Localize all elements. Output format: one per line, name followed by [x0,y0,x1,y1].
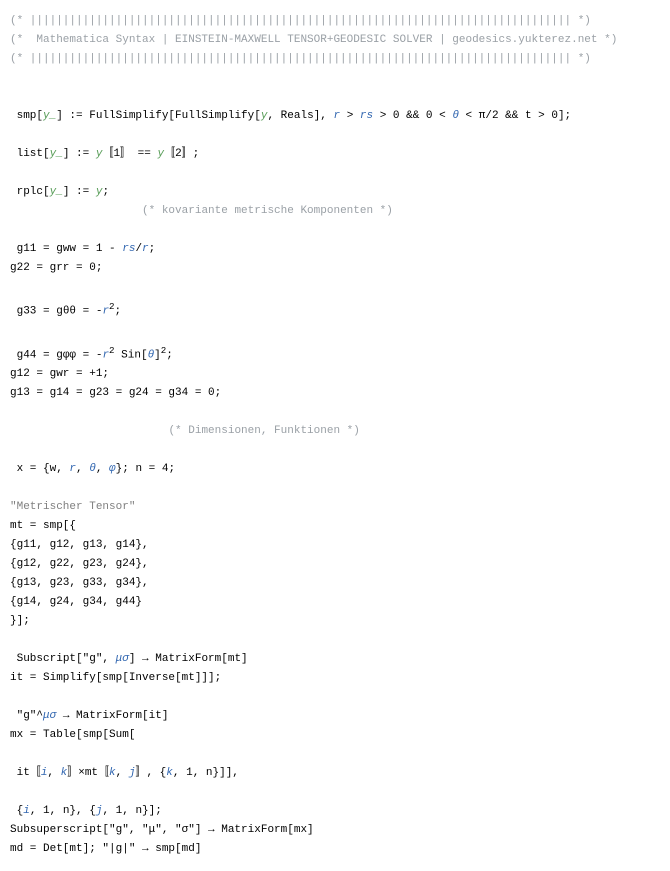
t: ; [149,243,156,255]
code-line-it: it = Simplify[smp[Inverse[mt]]]; [10,669,660,688]
t: ; [102,186,109,198]
var-k: k [109,767,116,779]
code-line-list: list[y_] := y〚1〛 == y〚2〛; [10,126,660,164]
code-line-gzero: g13 = g14 = g23 = g24 = g34 = 0; [10,384,660,403]
t: < π/2 && t > 0]; [459,110,571,122]
code-line-mt-r3: {g13, g23, g33, g34}, [10,574,660,593]
t: list[ [17,148,50,160]
t: , 1, n}, { [30,805,96,817]
arg-y: y_ [50,148,63,160]
var-rs: rs [360,110,373,122]
blank-line [10,403,660,422]
code-line-x: x = {w, r, θ, φ}; n = 4; [10,441,660,479]
t: g33 = gθθ = - [17,306,103,318]
t: → MatrixForm[it] [56,710,168,722]
var-k: k [61,767,68,779]
code-line-mx3: {i, 1, n}, {j, 1, n}]; [10,783,660,821]
string-metrischer-tensor: "Metrischer Tensor" [10,498,660,517]
t: Sin[ [115,349,148,361]
t: ; [115,306,122,318]
code-line-g11: g11 = gww = 1 - rs/r; [10,221,660,259]
code-line-subscript-g: Subscript["g", μσ] → MatrixForm[mt] [10,631,660,669]
t: }; n = 4; [116,463,175,475]
t: , Reals], [267,110,333,122]
t: ] := [63,186,96,198]
arg-y: y_ [43,110,56,122]
code-line-mt-close: }]; [10,612,660,631]
t: ; [166,349,173,361]
t: 〛, { [135,767,166,779]
var-musigma: μσ [43,710,56,722]
comment-text: (* Dimensionen, Funktionen *) [168,425,359,437]
t: 〚2〛; [164,148,199,160]
var-k: k [166,767,173,779]
code-line-mx1: mx = Table[smp[Sum[ [10,726,660,745]
code-line-gup: "g"^μσ → MatrixForm[it] [10,688,660,726]
code-line-smp: smp[y_] := FullSimplify[FullSimplify[y, … [10,88,660,126]
blank-line [10,479,660,498]
comment-dim: (* Dimensionen, Funktionen *) [10,422,660,441]
comment-text: (* kovariante metrische Komponenten *) [142,205,393,217]
code-line-subsuperscript: Subsuperscript["g", "μ", "σ"] → MatrixFo… [10,821,660,840]
code-line-rplc: rplc[y_] := y; [10,164,660,202]
t: { [17,805,24,817]
code-line-g33: g33 = gθθ = -r2; [10,278,660,322]
var-i: i [23,805,30,817]
t: , 1, n}]], [173,767,239,779]
t: ] := FullSimplify[FullSimplify[ [56,110,261,122]
t: , [47,767,60,779]
var-r: r [142,243,149,255]
code-line-mt-r4: {g14, g24, g34, g44} [10,593,660,612]
comment-kov: (* kovariante metrische Komponenten *) [10,202,660,221]
t: , [76,463,89,475]
code-line-md: md = Det[mt]; "|g|" → smp[md] [10,840,660,859]
t: > 0 && 0 < [373,110,452,122]
arg-y: y_ [50,186,63,198]
pad [10,425,168,437]
blank-line [10,69,660,88]
var-theta: θ [452,110,459,122]
pad [10,205,142,217]
code-line-mt-r2: {g12, g22, g23, g24}, [10,555,660,574]
var-theta: θ [89,463,96,475]
t: ] := [63,148,96,160]
code-line-mt-r1: {g11, g12, g13, g14}, [10,536,660,555]
t: x = {w, [17,463,70,475]
var-phi: φ [109,463,116,475]
code-line-g22: g22 = grr = 0; [10,259,660,278]
t: , [96,463,109,475]
t: Subscript["g", [17,653,116,665]
t: 〚1〛 == [102,148,157,160]
t: ] [154,349,161,361]
var-musigma: μσ [116,653,129,665]
code-line-mx2: it〚i, k〛×mt〚k, j〛, {k, 1, n}]], [10,745,660,783]
var-j: j [96,805,103,817]
t: , [116,767,129,779]
comment-title: (* Mathematica Syntax | EINSTEIN-MAXWELL… [10,31,660,50]
t: g44 = gφφ = - [17,349,103,361]
t: smp[ [17,110,43,122]
var-i: i [41,767,48,779]
var-j: j [129,767,136,779]
t: rplc[ [17,186,50,198]
t: "g"^ [17,710,43,722]
code-line-g44: g44 = gφφ = -r2 Sin[θ]2; [10,322,660,366]
comment-rule-top: (* |||||||||||||||||||||||||||||||||||||… [10,12,660,31]
code-line-g12: g12 = gwr = +1; [10,365,660,384]
t: 〛×mt〚 [67,767,109,779]
comment-rule-bot: (* |||||||||||||||||||||||||||||||||||||… [10,50,660,69]
t: it〚 [17,767,41,779]
t: > [340,110,360,122]
t: , 1, n}]; [102,805,161,817]
t: g11 = gww = 1 - [17,243,123,255]
var-rs: rs [122,243,135,255]
code-line-mt-open: mt = smp[{ [10,517,660,536]
t: ] → MatrixForm[mt] [129,653,248,665]
